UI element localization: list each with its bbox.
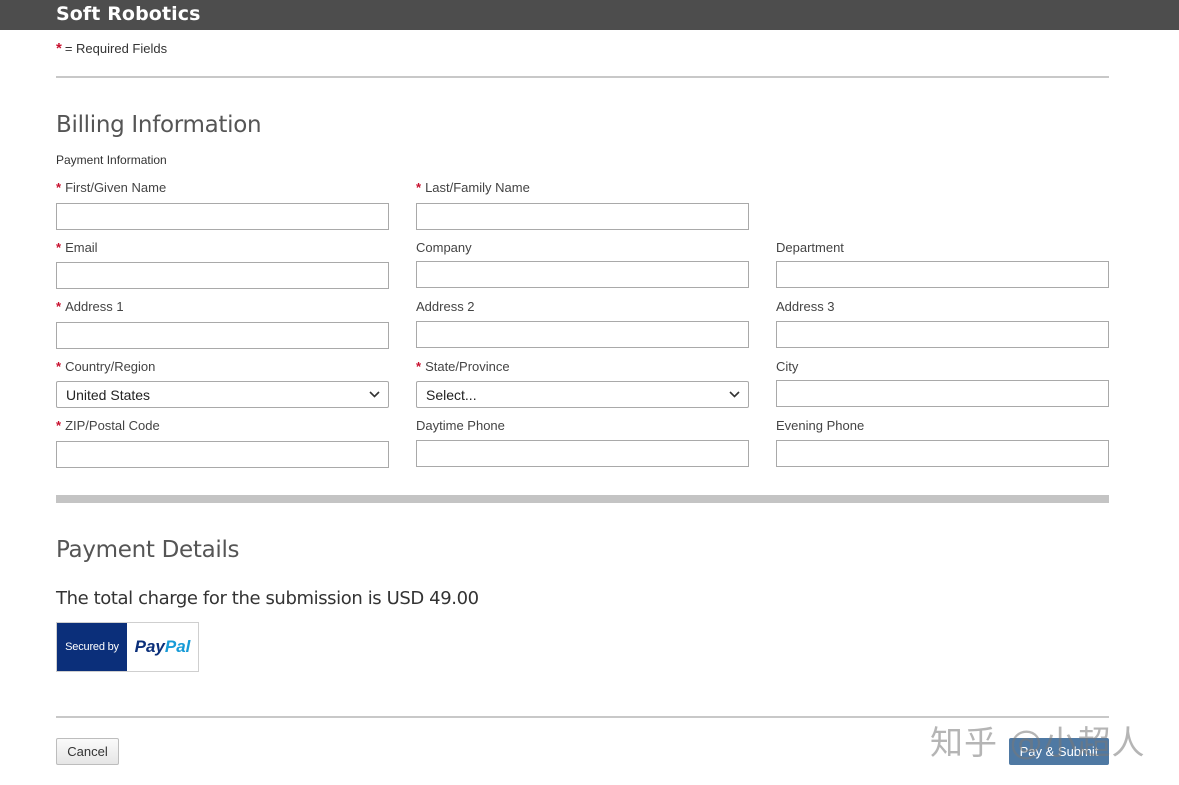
zip-input[interactable] [56,441,389,468]
department-input[interactable] [776,261,1109,288]
address2-label: Address 2 [416,299,475,314]
email-input[interactable] [56,262,389,289]
state-label: * State/Province [416,359,510,374]
country-select-value: United States [66,386,151,403]
last-name-input[interactable] [416,203,749,230]
required-note-text: = Required Fields [64,41,168,56]
divider-top [56,76,1109,78]
divider-billing-end [56,495,1109,503]
chevron-down-icon [368,389,380,401]
country-select[interactable]: United States [56,381,389,408]
address3-label: Address 3 [776,299,835,314]
daytime-phone-label: Daytime Phone [416,418,505,433]
state-select[interactable]: Select... [416,381,749,408]
state-select-value: Select... [426,386,477,403]
first-name-input[interactable] [56,203,389,230]
evening-phone-label: Evening Phone [776,418,865,433]
watermark: 知乎 @小超人 [930,723,1146,762]
company-label: Company [416,240,472,255]
last-name-label: * Last/Family Name [416,180,530,195]
city-label: City [776,359,799,374]
app-header: Soft Robotics [0,0,1179,30]
country-label: * Country/Region [56,359,156,374]
cancel-button[interactable]: Cancel [56,738,119,765]
address1-label: * Address 1 [56,299,124,314]
billing-title: Billing Information [56,112,262,138]
city-input[interactable] [776,380,1109,407]
address3-input[interactable] [776,321,1109,348]
paypal-logo: Pay Pal [134,637,191,656]
secured-by-label: Secured by [57,623,127,671]
first-name-label: * First/Given Name [56,180,167,195]
zip-label: * ZIP/Postal Code [56,418,160,433]
address1-input[interactable] [56,322,389,349]
total-charge-text: The total charge for the submission is U… [56,588,479,609]
required-fields-note: * = Required Fields [56,40,167,57]
site-title: Soft Robotics [56,3,201,25]
address2-input[interactable] [416,321,749,348]
department-label: Department [776,240,844,255]
payment-information-subhead: Payment Information [56,153,167,167]
company-input[interactable] [416,261,749,288]
email-label: * Email [56,240,98,255]
evening-phone-input[interactable] [776,440,1109,467]
chevron-down-icon [728,389,740,401]
daytime-phone-input[interactable] [416,440,749,467]
paypal-secured-badge: Secured by Pay Pal [56,622,199,672]
payment-details-title: Payment Details [56,537,240,563]
required-star: * [56,40,62,57]
